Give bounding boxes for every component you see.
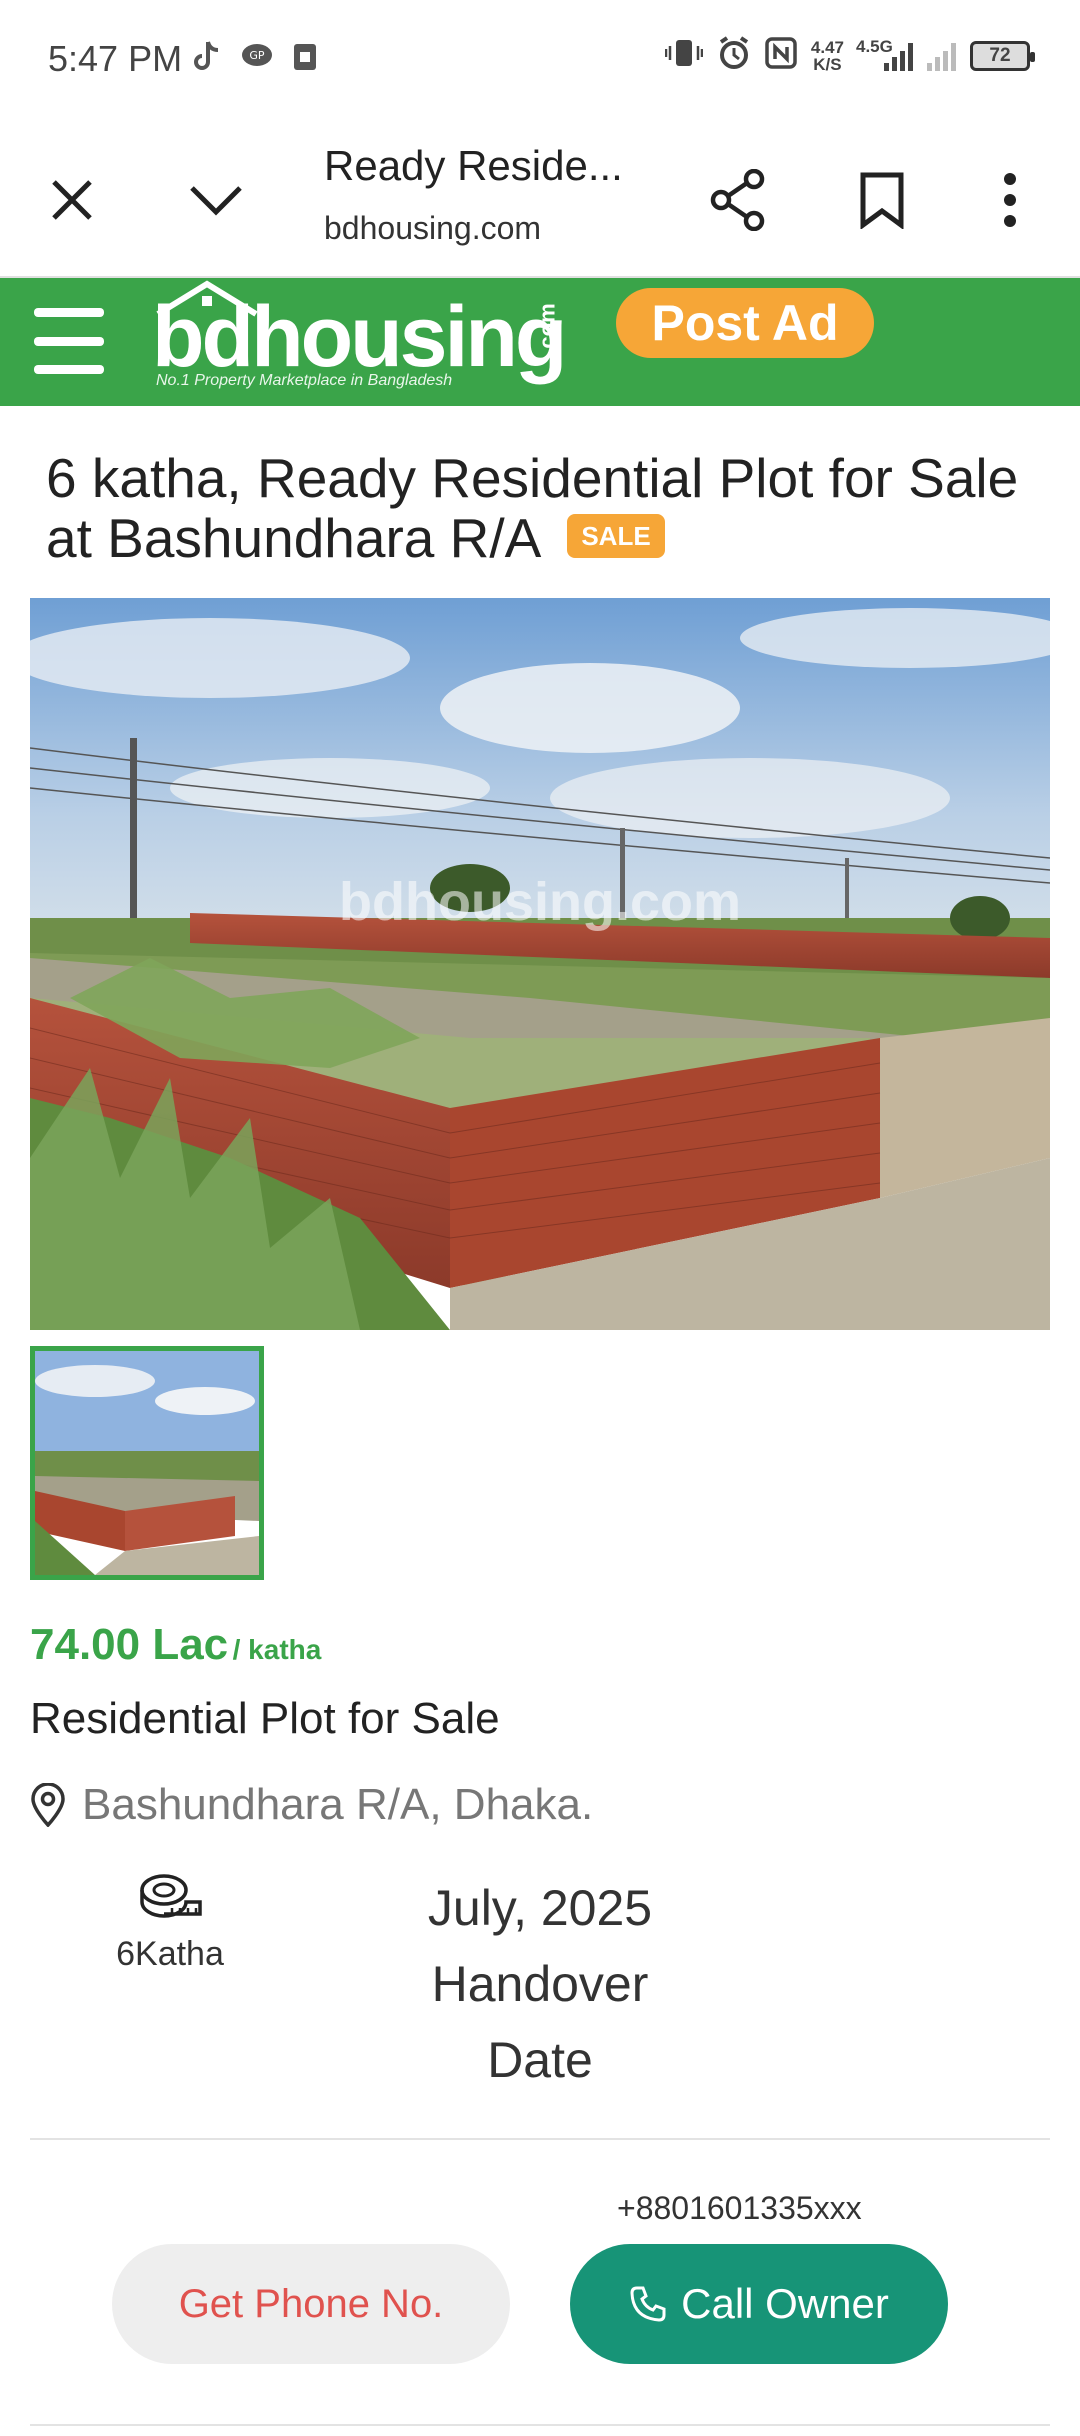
chevron-down-icon [190, 186, 242, 216]
page-domain: bdhousing.com [324, 210, 542, 246]
menu-button[interactable] [34, 308, 104, 374]
bookmark-icon [860, 172, 904, 229]
share-icon [710, 169, 765, 231]
location-text: Bashundhara R/A, Dhaka. [82, 1780, 594, 1829]
price-amount: 74.00 Lac [30, 1620, 229, 1669]
main-property-photo[interactable]: bdhousing.com [30, 598, 1050, 1330]
close-tab-button[interactable] [32, 160, 112, 240]
size-value: 6Katha [116, 1935, 224, 1973]
status-indicators: 4.47 K/S 4.5G 72 [664, 36, 1035, 75]
property-type: Residential Plot for Sale [30, 1694, 500, 1743]
photo-thumbnail[interactable] [30, 1346, 264, 1580]
alarm-icon [717, 36, 751, 75]
listing-title-text: 6 katha, Ready Residential Plot for Sale… [46, 447, 1019, 569]
call-owner-button[interactable]: Call Owner [570, 2244, 948, 2364]
status-time: 5:47 PM [48, 38, 183, 79]
post-ad-button[interactable]: Post Ad [616, 288, 874, 358]
price-unit: / katha [232, 1634, 322, 1665]
feature-size: 6Katha [90, 1872, 250, 1974]
signal-primary: 4.5G [856, 37, 913, 71]
svg-text:GP: GP [249, 49, 265, 62]
divider-bottom [30, 2424, 1050, 2426]
bookmark-button[interactable] [842, 160, 922, 240]
divider [30, 2138, 1050, 2140]
browser-toolbar: Ready Reside... bdhousing.com [0, 118, 1080, 278]
status-bar: 5:47 PM GP 4.47 K/S 4.5G 72 [0, 0, 1080, 118]
more-options-button[interactable] [970, 160, 1050, 240]
close-icon [52, 180, 92, 220]
location-pin-icon [31, 1783, 65, 1827]
signal-bars-secondary-icon [927, 41, 956, 71]
location: Bashundhara R/A, Dhaka. [30, 1780, 593, 1830]
network-speed: 4.47 K/S [810, 37, 844, 74]
tiktok-icon [192, 40, 222, 82]
masked-phone-number: +8801601335xxx [617, 2190, 862, 2226]
sale-badge: SALE [567, 514, 665, 559]
notification-app-icon: GP [240, 40, 274, 78]
listing-title: 6 katha, Ready Residential Plot for Sale… [46, 448, 1046, 568]
menu-icon-bar [34, 336, 104, 346]
measuring-tape-icon [140, 1874, 202, 1918]
collapse-button[interactable] [176, 160, 256, 240]
battery-icon: 72 [970, 40, 1035, 71]
phone-icon [630, 2286, 666, 2322]
logo-com: .com [534, 303, 560, 355]
property-image: bdhousing.com [30, 598, 1050, 1330]
handover-date: July, 2025 Handover Date [427, 1880, 653, 2088]
network-type: 4.5G [856, 36, 893, 56]
share-button[interactable] [698, 160, 778, 240]
logo-text: bdhousing [152, 289, 567, 385]
get-phone-button[interactable]: Get Phone No. [112, 2244, 510, 2364]
more-vert-icon [1004, 173, 1016, 227]
site-header: bdhousing .com No.1 Property Marketplace… [0, 278, 1080, 406]
nfc-icon [765, 37, 797, 74]
photo-watermark: bdhousing.com [339, 872, 741, 932]
menu-icon-bar [34, 365, 104, 374]
call-owner-label: Call Owner [681, 2280, 889, 2327]
price: 74.00 Lac / katha [30, 1620, 321, 1670]
thumbnail-image [35, 1351, 259, 1575]
page-title: Ready Reside... [324, 142, 623, 189]
site-logo[interactable]: bdhousing .com No.1 Property Marketplace… [152, 280, 567, 400]
logo-tagline: No.1 Property Marketplace in Bangladesh [156, 372, 453, 389]
clipboard-icon [292, 40, 318, 80]
vibrate-icon [664, 37, 704, 74]
menu-icon-bar [34, 308, 104, 317]
